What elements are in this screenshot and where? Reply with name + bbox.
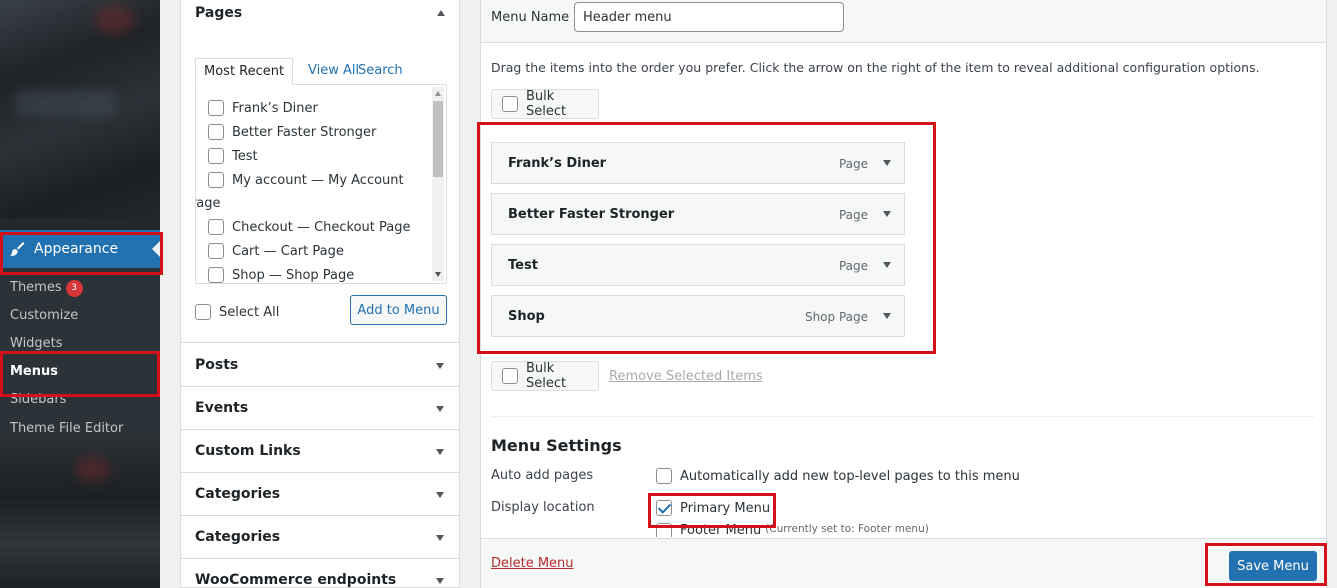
submenu-item-theme-file-editor[interactable]: Theme File Editor bbox=[10, 421, 123, 436]
bulk-select-checkbox[interactable] bbox=[502, 368, 518, 384]
menu-name-input[interactable] bbox=[574, 2, 844, 32]
list-item-wrap: Page bbox=[196, 196, 221, 211]
blurred-menu-region bbox=[0, 438, 160, 588]
page-checkbox[interactable] bbox=[208, 172, 224, 188]
submenu-item-menus[interactable]: Menus bbox=[10, 364, 58, 379]
expand-arrow-icon bbox=[436, 535, 444, 541]
scrollbar[interactable] bbox=[432, 87, 444, 281]
bulk-select-button[interactable]: Bulk Select bbox=[491, 89, 599, 119]
tab-view-all[interactable]: View All bbox=[308, 58, 359, 85]
menu-name-bar: Menu Name bbox=[481, 0, 1326, 43]
page-checkbox[interactable] bbox=[208, 219, 224, 235]
delete-menu-link[interactable]: Delete Menu bbox=[491, 556, 574, 571]
tab-search[interactable]: Search bbox=[358, 58, 403, 85]
expand-arrow-icon bbox=[436, 363, 444, 369]
primary-menu-checkbox[interactable] bbox=[656, 500, 672, 516]
divider bbox=[491, 416, 1315, 417]
bulk-select-checkbox[interactable] bbox=[502, 96, 518, 112]
menu-footer-bar: Delete Menu Save Menu bbox=[481, 538, 1326, 588]
pages-metabox: Pages Most Recent View All Search Frank’… bbox=[181, 0, 459, 343]
pages-tabs: Most Recent View All Search bbox=[195, 58, 447, 85]
expand-arrow-icon bbox=[436, 406, 444, 412]
add-menu-items-panel: Pages Most Recent View All Search Frank’… bbox=[180, 0, 460, 588]
submenu-item-themes[interactable]: Themes 3 bbox=[10, 280, 83, 297]
expand-arrow-icon[interactable] bbox=[883, 211, 891, 217]
page-checkbox[interactable] bbox=[208, 243, 224, 259]
tab-most-recent[interactable]: Most Recent bbox=[195, 58, 294, 85]
scroll-down-icon[interactable] bbox=[435, 272, 441, 277]
list-item[interactable]: Frank’s Diner bbox=[208, 100, 318, 116]
page-checkbox[interactable] bbox=[208, 148, 224, 164]
page-checkbox[interactable] bbox=[208, 267, 224, 283]
pages-metabox-title[interactable]: Pages bbox=[195, 5, 242, 21]
remove-selected-items-link[interactable]: Remove Selected Items bbox=[609, 369, 763, 384]
paintbrush-icon bbox=[8, 240, 26, 258]
bulk-select-button-bottom[interactable]: Bulk Select bbox=[491, 361, 599, 391]
sidebar-item-label: Appearance bbox=[34, 241, 119, 257]
expand-arrow-icon bbox=[436, 492, 444, 498]
blurred-menu-region bbox=[0, 0, 160, 218]
metabox-categories-2[interactable]: Categories bbox=[181, 516, 459, 559]
auto-add-label: Auto add pages bbox=[491, 468, 594, 483]
scrollbar-thumb[interactable] bbox=[433, 101, 443, 177]
update-count-badge: 3 bbox=[65, 280, 83, 297]
submenu-item-widgets[interactable]: Widgets bbox=[10, 336, 63, 351]
select-all-checkbox[interactable] bbox=[195, 304, 211, 320]
save-menu-button[interactable]: Save Menu bbox=[1229, 551, 1317, 581]
menu-structure-panel: Menu Name Drag the items into the order … bbox=[480, 0, 1327, 588]
list-item[interactable]: Test bbox=[208, 148, 258, 164]
menu-item-test[interactable]: Test Page bbox=[491, 244, 905, 286]
submenu-item-label: Themes bbox=[10, 280, 62, 295]
list-item[interactable]: Checkout — Checkout Page bbox=[208, 219, 411, 235]
metabox-categories[interactable]: Categories bbox=[181, 473, 459, 516]
expand-arrow-icon bbox=[436, 449, 444, 455]
expand-arrow-icon[interactable] bbox=[883, 313, 891, 319]
menu-item-franks-diner[interactable]: Frank’s Diner Page bbox=[491, 142, 905, 184]
pages-checklist: Frank’s Diner Better Faster Stronger Tes… bbox=[195, 85, 447, 284]
metabox-posts[interactable]: Posts bbox=[181, 344, 459, 387]
submenu-item-customize[interactable]: Customize bbox=[10, 308, 78, 323]
list-item[interactable]: My account — My Account bbox=[208, 172, 404, 188]
select-all-control[interactable]: Select All bbox=[195, 304, 279, 320]
expand-arrow-icon[interactable] bbox=[883, 160, 891, 166]
page-checkbox[interactable] bbox=[208, 100, 224, 116]
page-checkbox[interactable] bbox=[208, 124, 224, 140]
list-item[interactable]: Shop — Shop Page bbox=[208, 267, 354, 283]
menu-settings-title: Menu Settings bbox=[491, 436, 622, 455]
menu-item-shop[interactable]: Shop Shop Page bbox=[491, 295, 905, 337]
menu-item-better-faster-stronger[interactable]: Better Faster Stronger Page bbox=[491, 193, 905, 235]
appearance-submenu: Themes 3 Customize Widgets Menus Sidebars… bbox=[0, 268, 160, 440]
auto-add-option[interactable]: Automatically add new top-level pages to… bbox=[656, 468, 1020, 484]
sidebar-item-appearance[interactable]: Appearance bbox=[0, 230, 160, 268]
expand-arrow-icon bbox=[436, 578, 444, 584]
menu-name-label: Menu Name bbox=[491, 10, 570, 25]
metabox-events[interactable]: Events bbox=[181, 387, 459, 430]
metabox-custom-links[interactable]: Custom Links bbox=[181, 430, 459, 473]
auto-add-checkbox[interactable] bbox=[656, 468, 672, 484]
list-item[interactable]: Better Faster Stronger bbox=[208, 124, 376, 140]
scroll-up-icon[interactable] bbox=[435, 91, 441, 96]
metabox-woocommerce-endpoints[interactable]: WooCommerce endpoints bbox=[181, 559, 459, 588]
submenu-item-sidebars[interactable]: Sidebars bbox=[10, 392, 66, 407]
list-item[interactable]: Cart — Cart Page bbox=[208, 243, 344, 259]
current-menu-arrow bbox=[152, 241, 160, 257]
drag-instructions: Drag the items into the order you prefer… bbox=[491, 60, 1260, 75]
add-to-menu-button[interactable]: Add to Menu bbox=[350, 295, 447, 325]
display-location-label: Display location bbox=[491, 500, 595, 515]
admin-sidebar: Appearance Themes 3 Customize Widgets Men… bbox=[0, 0, 160, 588]
footer-menu-checkbox[interactable] bbox=[656, 523, 672, 537]
collapse-arrow-icon[interactable] bbox=[437, 10, 445, 16]
expand-arrow-icon[interactable] bbox=[883, 262, 891, 268]
primary-menu-option[interactable]: Primary Menu bbox=[656, 500, 770, 516]
footer-menu-option[interactable]: Footer Menu (Currently set to: Footer me… bbox=[656, 523, 929, 537]
